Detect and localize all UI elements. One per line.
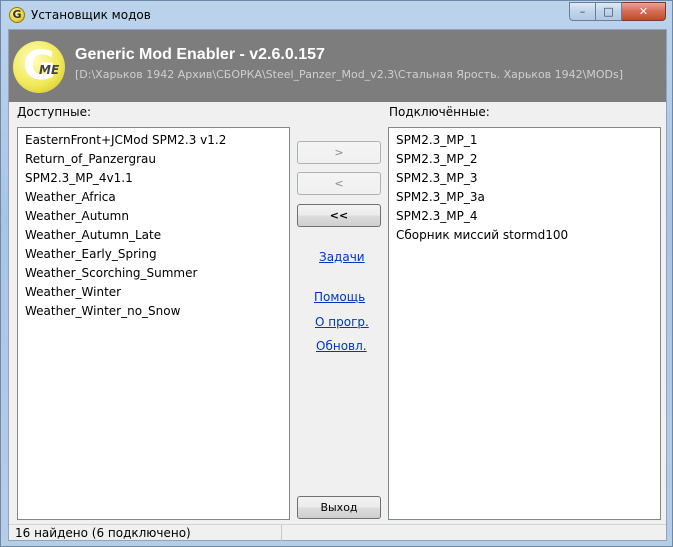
close-button[interactable]: ✕ bbox=[622, 2, 666, 21]
available-list[interactable]: EasternFront+JCMod SPM2.3 v1.2 Return_of… bbox=[17, 127, 290, 520]
header-band: G ME Generic Mod Enabler - v2.6.0.157 [D… bbox=[9, 30, 666, 102]
status-bar: 16 найдено (6 подключено) bbox=[9, 524, 666, 541]
app-icon[interactable]: G bbox=[9, 7, 25, 23]
list-item[interactable]: Weather_Winter_no_Snow bbox=[25, 302, 289, 321]
maximize-icon: □ bbox=[603, 5, 614, 18]
status-divider bbox=[281, 525, 282, 541]
main-window: G Установщик модов – □ ✕ G ME Generic Mo… bbox=[0, 0, 673, 547]
remove-mod-button[interactable]: < bbox=[297, 172, 381, 195]
minimize-icon: – bbox=[579, 5, 586, 18]
list-item[interactable]: SPM2.3_MP_2 bbox=[396, 150, 660, 169]
list-item[interactable]: Сборник миссий stormd100 bbox=[396, 226, 660, 245]
list-item[interactable]: Weather_Africa bbox=[25, 188, 289, 207]
minimize-button[interactable]: – bbox=[569, 2, 596, 21]
connected-list[interactable]: SPM2.3_MP_1 SPM2.3_MP_2 SPM2.3_MP_3 SPM2… bbox=[388, 127, 661, 520]
available-label: Доступные: bbox=[17, 105, 91, 119]
update-link[interactable]: Обновл. bbox=[316, 339, 367, 353]
close-icon: ✕ bbox=[638, 5, 649, 18]
mods-path: [D:\Харьков 1942 Архив\СБОРКА\Steel_Panz… bbox=[75, 68, 624, 81]
list-item[interactable]: Weather_Autumn bbox=[25, 207, 289, 226]
remove-all-button[interactable]: << bbox=[297, 204, 381, 227]
maximize-button[interactable]: □ bbox=[596, 2, 622, 21]
list-item[interactable]: Weather_Early_Spring bbox=[25, 245, 289, 264]
title-bar[interactable]: G Установщик модов – □ ✕ bbox=[1, 1, 672, 29]
list-item[interactable]: SPM2.3_MP_1 bbox=[396, 131, 660, 150]
connected-label: Подключённые: bbox=[389, 105, 490, 119]
app-title: Generic Mod Enabler - v2.6.0.157 bbox=[75, 46, 325, 63]
list-item[interactable]: SPM2.3_MP_4v1.1 bbox=[25, 169, 289, 188]
tasks-link[interactable]: Задачи bbox=[319, 250, 365, 264]
list-item[interactable]: Weather_Scorching_Summer bbox=[25, 264, 289, 283]
logo-sub: ME bbox=[39, 63, 60, 77]
gme-logo-icon: G ME bbox=[13, 41, 65, 93]
caption-buttons: – □ ✕ bbox=[569, 2, 666, 21]
help-link[interactable]: Помощь bbox=[314, 290, 365, 304]
list-item[interactable]: SPM2.3_MP_3a bbox=[396, 188, 660, 207]
list-item[interactable]: EasternFront+JCMod SPM2.3 v1.2 bbox=[25, 131, 289, 150]
add-mod-button[interactable]: > bbox=[297, 141, 381, 164]
list-item[interactable]: SPM2.3_MP_3 bbox=[396, 169, 660, 188]
list-item[interactable]: Return_of_Panzergrau bbox=[25, 150, 289, 169]
about-link[interactable]: О прогр. bbox=[315, 315, 369, 329]
client-area: G ME Generic Mod Enabler - v2.6.0.157 [D… bbox=[8, 29, 667, 541]
status-count: 16 найдено (6 подключено) bbox=[15, 526, 191, 540]
list-item[interactable]: Weather_Winter bbox=[25, 283, 289, 302]
window-title: Установщик модов bbox=[31, 8, 151, 22]
list-item[interactable]: SPM2.3_MP_4 bbox=[396, 207, 660, 226]
exit-button[interactable]: Выход bbox=[297, 496, 381, 519]
list-item[interactable]: Weather_Autumn_Late bbox=[25, 226, 289, 245]
